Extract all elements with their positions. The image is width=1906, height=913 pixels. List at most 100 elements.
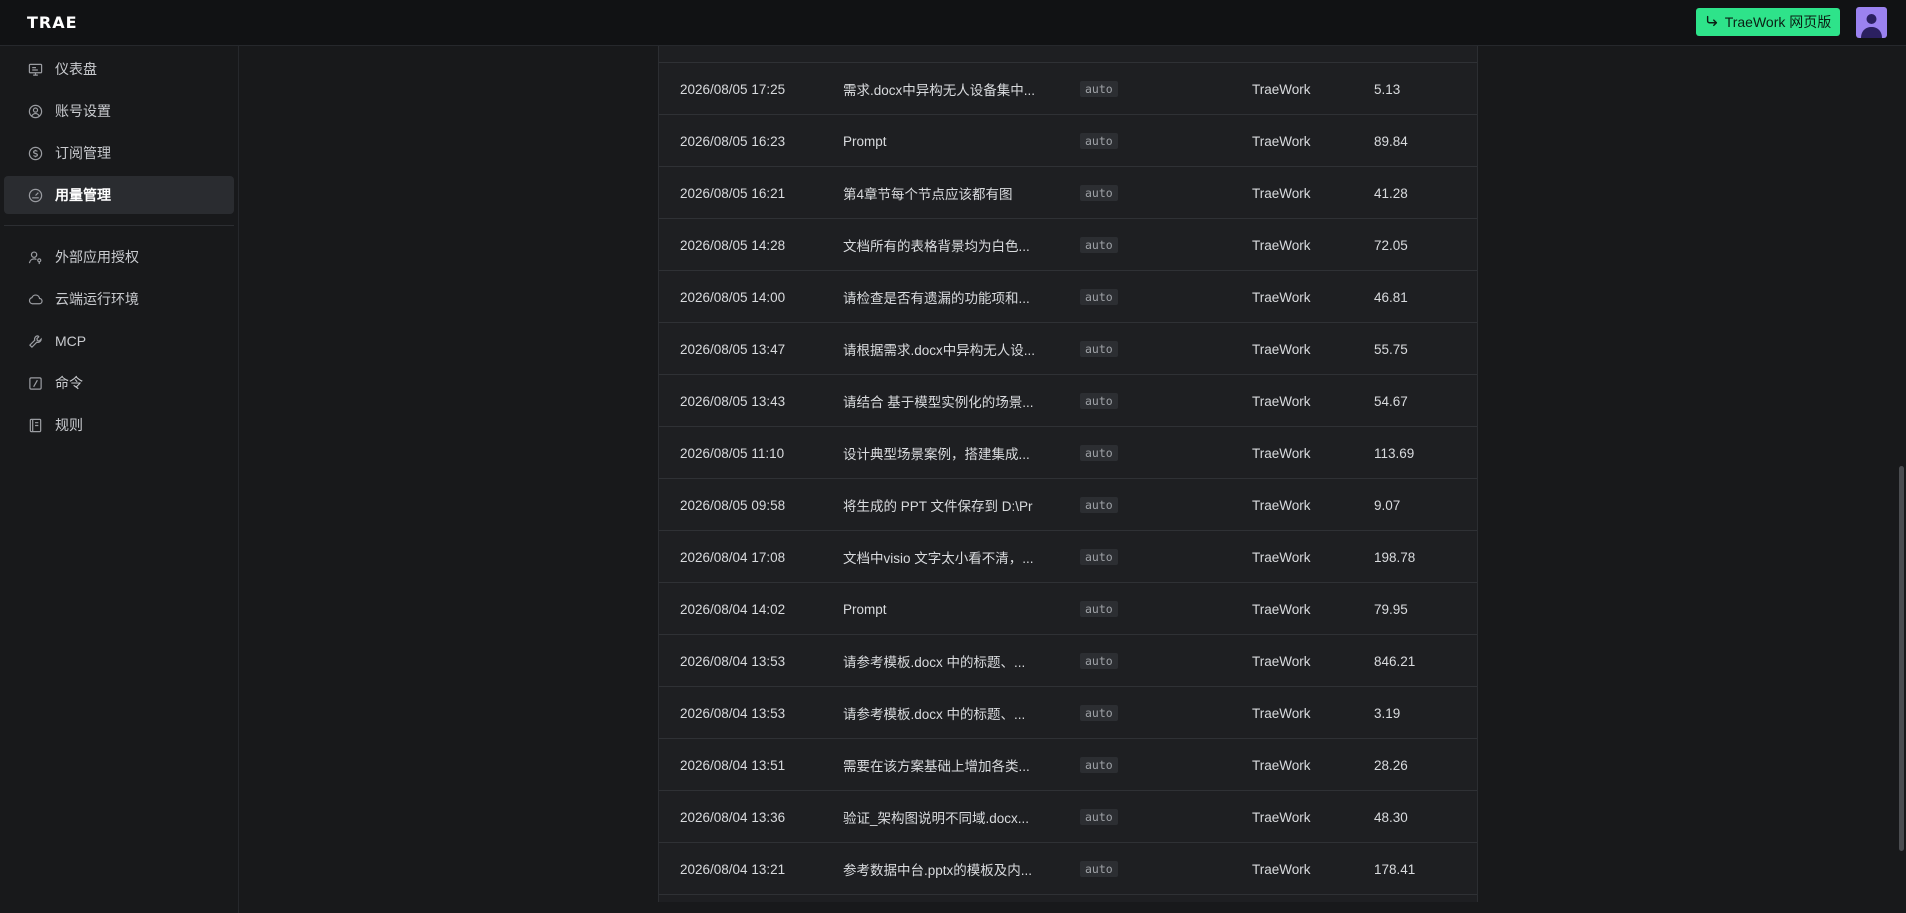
wrench-icon [28,334,43,349]
trae-logo[interactable]: TRAE [27,13,78,32]
table-row[interactable]: 2026/08/05 09:58 将生成的 PPT 文件保存到 D:\Pr auto… [659,479,1477,531]
scrollbar-thumb[interactable] [1899,466,1904,851]
usage-cell: 5.13 [1374,81,1401,97]
model-tag: auto [1080,445,1118,461]
product-cell: TraeWork [1252,497,1311,513]
table-row[interactable]: 2026/08/04 13:53 请参考模板.docx 中的标题、... auto T… [659,635,1477,687]
product-cell: TraeWork [1252,237,1311,253]
time-cell: 2026/08/05 16:23 [680,133,786,149]
table-row[interactable]: 2026/08/05 17:25 需求.docx中异构无人设备集中... auto T… [659,63,1477,115]
model-tag: auto [1080,861,1118,877]
sidebar-item-label: 规则 [55,417,83,433]
usage-cell: 41.28 [1374,185,1408,201]
sidebar-item-account-settings[interactable]: 账号设置 [4,92,234,130]
dollar-circle-icon [28,146,43,161]
time-cell: 2026/08/04 13:51 [680,757,786,773]
time-cell: 2026/08/04 13:53 [680,705,786,721]
usage-cell: 28.26 [1374,757,1408,773]
model-cell: auto [1080,843,1118,895]
time-cell: 2026/08/05 17:25 [680,81,786,97]
time-cell: 2026/08/05 11:10 [680,445,785,461]
table-row[interactable]: 2026/08/05 14:00 请检查是否有遗漏的功能项和... auto Trae… [659,271,1477,323]
model-cell: auto [1080,531,1118,583]
model-cell: auto [1080,323,1118,375]
table-row-partial [659,46,1477,63]
table-row[interactable]: 2026/08/05 11:10 设计典型场景案例，搭建集成... auto Trae… [659,427,1477,479]
task-cell: 请根据需求.docx中异构无人设... [843,343,1036,358]
table-row[interactable]: 2026/08/04 13:51 需要在该方案基础上增加各类... auto Trae… [659,739,1477,791]
task-cell: 第4章节每个节点应该都有图 [843,187,1013,202]
arrow-redirect-icon [1705,14,1719,31]
model-cell: auto [1080,583,1118,635]
usage-cell: 79.95 [1374,601,1408,617]
table-row[interactable]: 2026/08/04 13:21 参考数据中台.pptx的模板及内... auto T… [659,843,1477,895]
sidebar-item-usage[interactable]: 用量管理 [4,176,234,214]
model-tag: auto [1080,653,1118,669]
time-cell: 2026/08/05 13:43 [680,393,786,409]
usage-cell: 54.67 [1374,393,1408,409]
product-cell: TraeWork [1252,185,1311,201]
task-cell: 需求.docx中异构无人设备集中... [843,83,1036,98]
usage-cell: 178.41 [1374,861,1416,877]
usage-cell: 3.19 [1374,705,1401,721]
model-tag: auto [1080,81,1118,97]
top-bar: TRAE TraeWork 网页版 [0,0,1906,46]
table-row[interactable]: 2026/08/05 13:43 请结合 基于模型实例化的场景... auto Tra… [659,375,1477,427]
model-tag: auto [1080,133,1118,149]
model-tag: auto [1080,757,1118,773]
sidebar: 仪表盘 账号设置 订阅管理 用量管理 外部应用授权 云端运行环境 MCP 命令 … [0,46,239,913]
time-cell: 2026/08/05 13:47 [680,341,786,357]
sidebar-item-commands[interactable]: 命令 [4,364,234,402]
table-row[interactable]: 2026/08/04 17:08 文档中visio 文字太小看不清，... auto… [659,531,1477,583]
model-tag: auto [1080,237,1118,253]
product-cell: TraeWork [1252,445,1311,461]
user-avatar[interactable] [1856,7,1887,38]
page-scrollbar[interactable] [1897,46,1906,913]
cloud-icon [28,292,43,307]
usage-cell: 113.69 [1374,445,1415,461]
slash-command-icon [28,376,43,391]
time-cell: 2026/08/05 14:00 [680,289,786,305]
time-cell: 2026/08/04 17:08 [680,549,786,565]
time-cell: 2026/08/04 14:02 [680,601,786,617]
sidebar-item-cloud-environment[interactable]: 云端运行环境 [4,280,234,318]
usage-cell: 48.30 [1374,809,1408,825]
sidebar-item-dashboard[interactable]: 仪表盘 [4,50,234,88]
table-row[interactable]: 2026/08/05 14:28 文档所有的表格背景均为白色... auto Trae… [659,219,1477,271]
table-row[interactable]: 2026/08/04 13:36 验证_架构图说明不同域.docx... auto T… [659,791,1477,843]
task-cell: Prompt [843,133,887,149]
task-cell: 文档所有的表格背景均为白色... [843,239,1030,254]
task-cell: 将生成的 PPT 文件保存到 D:\Pr [843,499,1033,514]
model-cell: auto [1080,791,1118,843]
task-cell: 请结合 基于模型实例化的场景... [843,395,1034,410]
model-tag: auto [1080,341,1118,357]
sidebar-item-subscription[interactable]: 订阅管理 [4,134,234,172]
product-cell: TraeWork [1252,549,1311,565]
user-silhouette-icon [1861,14,1882,38]
time-cell: 2026/08/04 13:21 [680,861,786,877]
time-cell: 2026/08/04 13:53 [680,653,786,669]
table-row[interactable]: 2026/08/05 16:21 第4章节每个节点应该都有图 auto TraeWor… [659,167,1477,219]
task-cell: 请参考模板.docx 中的标题、... [843,655,1026,670]
table-row[interactable]: 2026/08/05 13:47 请根据需求.docx中异构无人设... auto T… [659,323,1477,375]
task-cell: 请检查是否有遗漏的功能项和... [843,291,1030,306]
book-icon [28,418,43,433]
sidebar-item-label: 账号设置 [55,103,111,119]
sidebar-item-label: 仪表盘 [55,61,97,77]
sidebar-item-rules[interactable]: 规则 [4,406,234,444]
model-tag: auto [1080,809,1118,825]
sidebar-item-label: 订阅管理 [55,145,111,161]
sidebar-item-mcp[interactable]: MCP [4,322,234,360]
model-cell: auto [1080,375,1118,427]
sidebar-item-label: 用量管理 [55,187,111,203]
product-cell: TraeWork [1252,341,1311,357]
table-row[interactable]: 2026/08/04 14:02 Prompt auto TraeWork 79.95 [659,583,1477,635]
table-row[interactable]: 2026/08/05 16:23 Prompt auto TraeWork 89.84 [659,115,1477,167]
time-cell: 2026/08/04 13:36 [680,809,786,825]
product-cell: TraeWork [1252,705,1311,721]
table-row[interactable]: 2026/08/04 13:53 请参考模板.docx 中的标题、... auto T… [659,687,1477,739]
sidebar-item-external-app-auth[interactable]: 外部应用授权 [4,238,234,276]
task-cell: Prompt [843,601,887,617]
model-cell: auto [1080,427,1118,479]
traework-web-button[interactable]: TraeWork 网页版 [1696,8,1840,36]
